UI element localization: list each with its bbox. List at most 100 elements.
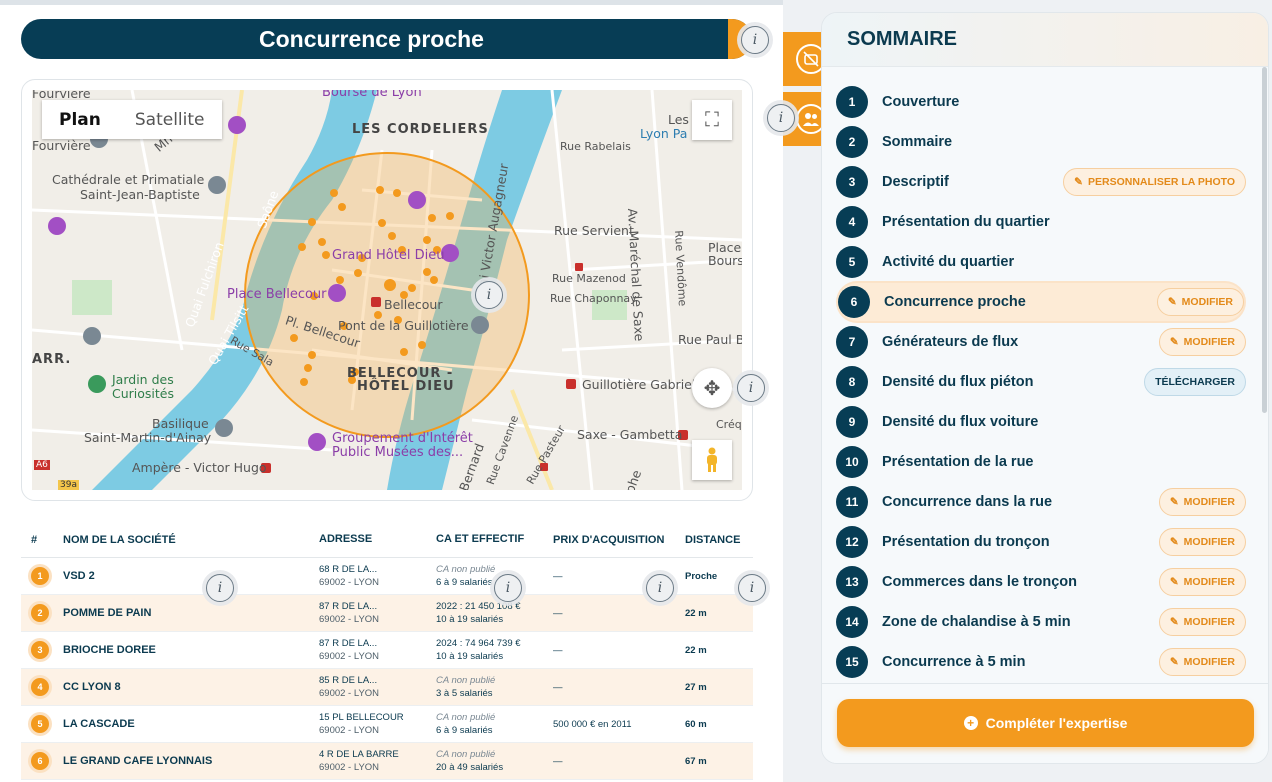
plus-icon: + <box>963 716 978 730</box>
map-label-ampere: Ampère - Victor Hugo <box>132 460 267 475</box>
row-prix: — <box>553 607 563 619</box>
button-label: MODIFIER <box>1181 296 1233 308</box>
map-side-info-icon[interactable]: i <box>737 374 765 402</box>
sommaire-item-zone-chalandise[interactable]: 14 Zone de chalandise à 5 min ✎ MODIFIER <box>836 603 1246 641</box>
pegman-icon[interactable] <box>692 440 732 480</box>
sommaire-item-presentation-quartier[interactable]: 4 Présentation du quartier <box>836 203 1246 241</box>
row-num-badge: 4 <box>31 678 49 696</box>
table-row[interactable]: 4 CC LYON 8 85 R DE LA... 69002 - LYON CA… <box>21 669 753 706</box>
sommaire-item-presentation-troncon[interactable]: 12 Présentation du tronçon ✎ MODIFIER <box>836 523 1246 561</box>
sommaire-item-commerces-troncon[interactable]: 13 Commerces dans le tronçon ✎ MODIFIER <box>836 563 1246 601</box>
completer-expertise-button[interactable]: + Compléter l'expertise <box>837 699 1254 747</box>
item-label: Générateurs de flux <box>882 334 1019 350</box>
modifier-button[interactable]: ✎ MODIFIER <box>1158 328 1246 356</box>
row-address-line1: 87 R DE LA... <box>319 638 378 649</box>
table-header: # NOM DE LA SOCIÉTÉ ADRESSE CA ET EFFECT… <box>21 522 753 558</box>
sommaire-title: SOMMAIRE <box>822 13 1268 67</box>
map-type-plan[interactable]: Plan <box>42 100 118 139</box>
map-label-basilique-2: Saint-Martin-d'Ainay <box>84 430 212 445</box>
sommaire-item-couverture[interactable]: 1 Couverture <box>836 83 1246 121</box>
row-address: 87 R DE LA... 69002 - LYON <box>319 600 436 626</box>
modifier-button[interactable]: ✎ MODIFIER <box>1158 488 1246 516</box>
cta-label: Compléter l'expertise <box>985 715 1128 731</box>
sommaire-item-sommaire[interactable]: 2 Sommaire <box>836 123 1246 161</box>
telecharger-button[interactable]: TÉLÉCHARGER <box>1144 368 1246 396</box>
edit-icon: ✎ <box>1169 656 1179 668</box>
users-glyph <box>803 113 819 126</box>
sommaire-scrollbar[interactable] <box>1262 67 1267 413</box>
map-label-paul-bert: Rue Paul Be <box>678 332 742 347</box>
row-num-badge: 2 <box>31 604 49 622</box>
sommaire-item-concurrence-proche[interactable]: 6 Concurrence proche ✎ MODIFIER <box>838 283 1244 321</box>
modifier-button[interactable]: ✎ MODIFIER <box>1158 528 1246 556</box>
map-label-basilique-1: Basilique <box>152 416 209 431</box>
map-type-satellite[interactable]: Satellite <box>118 100 222 139</box>
row-prix: — <box>553 755 563 767</box>
row-name: LA CASCADE <box>63 718 135 730</box>
row-distance: 22 m <box>685 607 707 619</box>
row-distance: 27 m <box>685 681 707 693</box>
map-label-cordeliers: LES CORDELIERS <box>352 122 489 137</box>
table-row[interactable]: 3 BRIOCHE DOREE 87 R DE LA... 69002 - LYO… <box>21 632 753 669</box>
row-address-line1: 15 PL BELLECOUR <box>319 712 404 723</box>
item-number: 1 <box>836 86 868 118</box>
row-name: CC LYON 8 <box>63 681 121 693</box>
row-address-line2: 69002 - LYON <box>319 725 380 736</box>
sommaire-item-flux-pieton[interactable]: 8 Densité du flux piéton TÉLÉCHARGER <box>836 363 1246 401</box>
sommaire-item-descriptif[interactable]: 3 Descriptif ✎ PERSONNALISER LA PHOTO <box>836 163 1246 201</box>
row-ca-line2: 10 à 19 salariés <box>436 651 504 662</box>
no-photo-glyph <box>803 51 819 67</box>
sommaire-item-concurrence-rue[interactable]: 11 Concurrence dans la rue ✎ MODIFIER <box>836 483 1246 521</box>
map-label-39a: 39a <box>58 480 79 490</box>
pan-icon[interactable]: ✥ <box>692 368 732 408</box>
edit-icon: ✎ <box>1169 336 1179 348</box>
table-row[interactable]: 6 LE GRAND CAFE LYONNAIS 4 R DE LA BARRE… <box>21 743 753 780</box>
map-info-icon[interactable]: i <box>475 281 503 309</box>
row-address-line2: 69002 - LYON <box>319 577 380 588</box>
sommaire-item-presentation-rue[interactable]: 10 Présentation de la rue <box>836 443 1246 481</box>
table-row[interactable]: 2 POMME DE PAIN 87 R DE LA... 69002 - LYO… <box>21 595 753 632</box>
edit-icon: ✎ <box>1167 296 1177 308</box>
side-tab-info-icon[interactable]: i <box>767 104 795 132</box>
edit-icon: ✎ <box>1169 616 1179 628</box>
ca-col-info-icon[interactable]: i <box>494 574 522 602</box>
fullscreen-icon[interactable]: ⛶ <box>692 100 732 140</box>
prix-col-info-icon[interactable]: i <box>646 574 674 602</box>
sommaire-item-generateurs-flux[interactable]: 7 Générateurs de flux ✎ MODIFIER <box>836 323 1246 361</box>
title-info-icon[interactable]: i <box>741 26 769 54</box>
modifier-button[interactable]: ✎ MODIFIER <box>1158 608 1246 636</box>
button-label: MODIFIER <box>1183 656 1235 668</box>
map-view[interactable]: LES CORDELIERS Bourse de Lyon Fourvière … <box>32 90 742 490</box>
sommaire-item-concurrence-5min[interactable]: 15 Concurrence à 5 min ✎ MODIFIER <box>836 643 1246 681</box>
modifier-button[interactable]: ✎ MODIFIER <box>1158 568 1246 596</box>
item-label: Commerces dans le tronçon <box>882 574 1077 590</box>
table-row[interactable]: 5 LA CASCADE 15 PL BELLECOUR 69002 - LYON… <box>21 706 753 743</box>
modifier-button[interactable]: ✎ MODIFIER <box>1156 288 1244 316</box>
modifier-button[interactable]: ✎ MODIFIER <box>1158 648 1246 676</box>
row-name: VSD 2 <box>63 570 95 582</box>
row-num-badge: 6 <box>31 752 49 770</box>
map-label-quartier-2: HÔTEL DIEU <box>357 379 455 394</box>
row-address-line1: 68 R DE LA... <box>319 564 378 575</box>
table-row[interactable]: 1 VSD 2 68 R DE LA... 69002 - LYON CA non… <box>21 558 753 595</box>
left-panel: Concurrence proche i LES CORDELIERS Bour… <box>0 0 783 782</box>
sommaire-item-activite-quartier[interactable]: 5 Activité du quartier <box>836 243 1246 281</box>
edit-icon: ✎ <box>1169 536 1179 548</box>
sommaire-item-flux-voiture[interactable]: 9 Densité du flux voiture <box>836 403 1246 441</box>
col-ca: CA ET EFFECTIF <box>436 533 525 545</box>
map-label-creq: Créqu <box>716 418 742 431</box>
item-label: Descriptif <box>882 174 949 190</box>
personnaliser-photo-button[interactable]: ✎ PERSONNALISER LA PHOTO <box>1063 168 1246 196</box>
row-num-badge: 5 <box>31 715 49 733</box>
row-ca: CA non publié 6 à 9 salariés <box>436 711 553 737</box>
dist-col-info-icon[interactable]: i <box>738 574 766 602</box>
row-address-line1: 87 R DE LA... <box>319 601 378 612</box>
name-col-info-icon[interactable]: i <box>206 574 234 602</box>
col-num: # <box>31 533 38 546</box>
item-number: 15 <box>836 646 868 678</box>
item-label: Zone de chalandise à 5 min <box>882 614 1071 630</box>
col-distance: DISTANCE <box>685 533 741 546</box>
map-label-groupement-2: Public Musées des... <box>332 445 464 460</box>
map-type-toggle: Plan Satellite <box>42 100 222 139</box>
row-ca-line2: 3 à 5 salariés <box>436 688 493 699</box>
